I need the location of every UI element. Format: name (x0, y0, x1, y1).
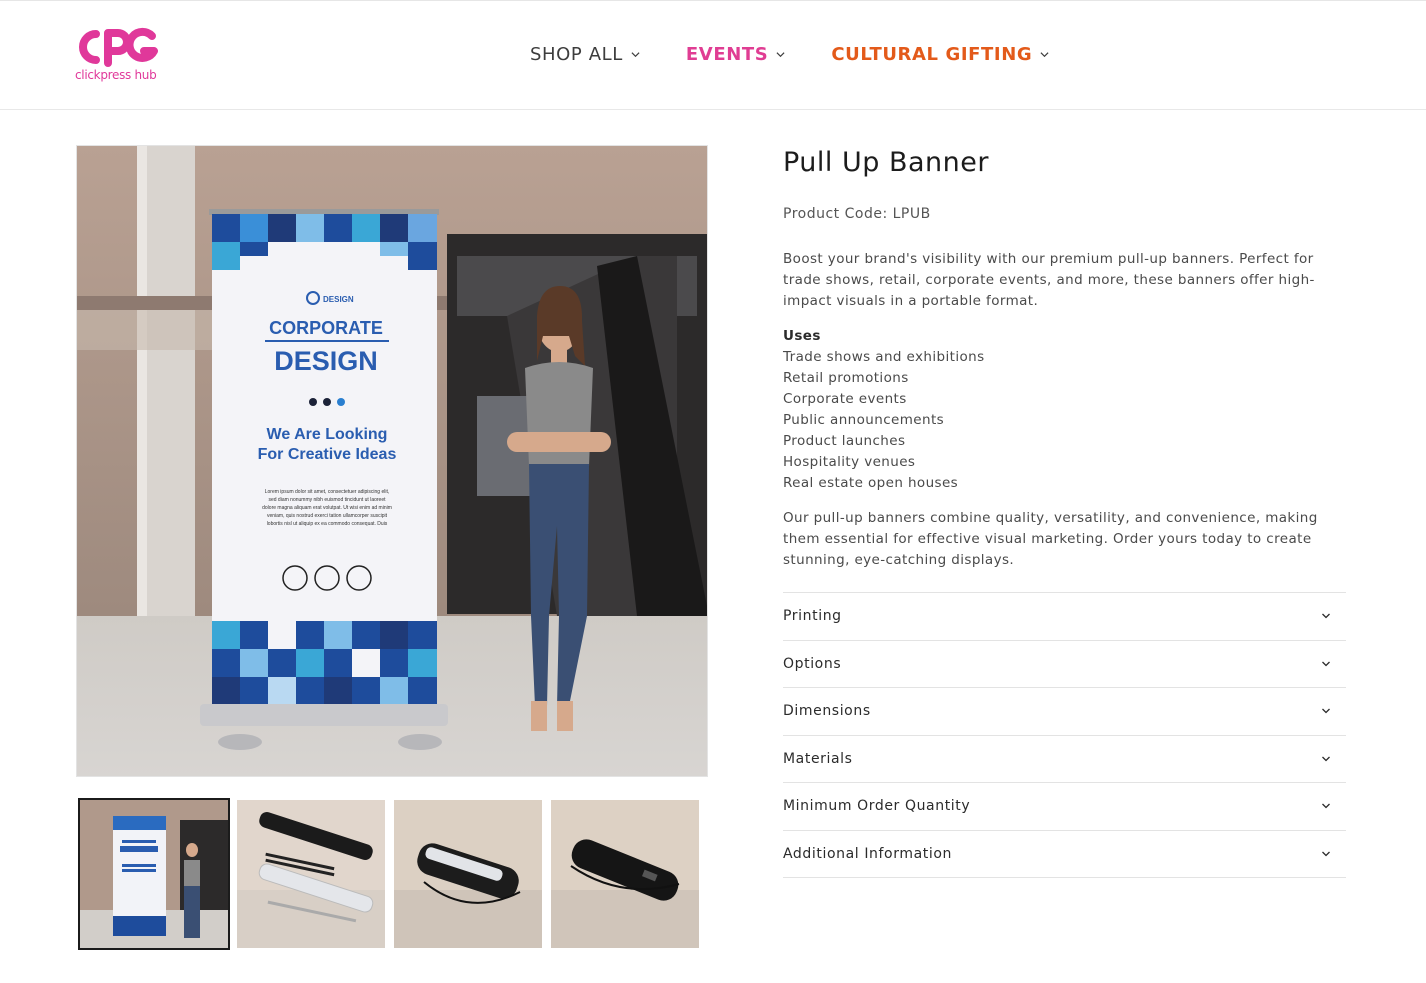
chevron-down-icon (1322, 613, 1330, 619)
nav-cultural-gifting-label: CULTURAL GIFTING (831, 44, 1033, 65)
list-item: Public announcements (783, 412, 945, 428)
main-product-image[interactable]: DESIGN CORPORATE DESIGN We Are Looking F… (76, 145, 708, 777)
accordion-options[interactable]: Options (783, 641, 1346, 688)
product-info: Pull Up Banner Product Code: LPUB Boost … (783, 145, 1346, 571)
banner-scene-image: DESIGN CORPORATE DESIGN We Are Looking F… (77, 146, 707, 776)
thumbnail-strip (78, 798, 708, 950)
chevron-down-icon (1322, 851, 1330, 857)
nav-shop-all[interactable]: SHOP ALL (530, 44, 640, 65)
accordion-materials[interactable]: Materials (783, 736, 1346, 783)
list-item: Hospitality venues (783, 454, 916, 470)
product-code: Product Code: LPUB (783, 206, 931, 222)
banner-line2: DESIGN (274, 346, 378, 376)
accordion-printing[interactable]: Printing (783, 593, 1346, 641)
banner-tagline2: For Creative Ideas (258, 446, 397, 463)
banner-top-pattern (212, 214, 437, 272)
nav-events[interactable]: EVENTS (686, 44, 785, 65)
banner-line1: CORPORATE (269, 318, 383, 338)
product-title: Pull Up Banner (783, 147, 989, 178)
uses-heading: Uses (783, 328, 821, 344)
accordion-minimum-order-quantity[interactable]: Minimum Order Quantity (783, 783, 1346, 831)
nav-shop-all-label: SHOP ALL (530, 44, 623, 65)
site-logo[interactable]: clickpress hub (74, 27, 164, 87)
list-item: Product launches (783, 433, 906, 449)
chevron-down-icon (1322, 661, 1330, 667)
thumbnail-2[interactable] (237, 800, 385, 948)
logo-mark (79, 27, 158, 67)
banner-tagline1: We Are Looking (267, 426, 388, 443)
accordion-label: Minimum Order Quantity (783, 798, 971, 815)
thumbnail-image (80, 800, 228, 948)
thumbnail-1[interactable] (78, 798, 230, 950)
chevron-down-icon (1322, 708, 1330, 714)
chevron-down-icon (776, 52, 785, 58)
banner-body-line: dolore magna aliquam erat volutpat. Ut w… (262, 505, 392, 511)
banner-body-line: sed diam nonummy nibh euismod tincidunt … (268, 497, 386, 503)
list-item: Retail promotions (783, 370, 909, 386)
list-item: Real estate open houses (783, 475, 959, 491)
chevron-down-icon (1322, 756, 1330, 762)
chevron-down-icon (1322, 803, 1330, 809)
product-closing: Our pull-up banners combine quality, ver… (783, 510, 1318, 568)
accordion-label: Materials (783, 750, 853, 767)
accordion-additional-information[interactable]: Additional Information (783, 831, 1346, 878)
nav-cultural-gifting[interactable]: CULTURAL GIFTING (831, 44, 1049, 65)
banner-body-line: Lorem ipsum dolor sit amet, consectetuer… (265, 489, 390, 495)
accordion-label: Dimensions (783, 703, 871, 720)
product-description: Boost your brand's visibility with our p… (783, 251, 1315, 309)
chevron-down-icon (1040, 52, 1049, 58)
nav-events-label: EVENTS (685, 44, 769, 65)
thumbnail-4[interactable] (551, 800, 699, 948)
accordion-label: Additional Information (783, 845, 952, 862)
thumbnail-image (394, 800, 542, 948)
list-item: Corporate events (783, 391, 907, 407)
product-accordion: Printing Options Dimensions Materials Mi… (783, 592, 1346, 878)
thumbnail-image (237, 800, 385, 948)
banner-body-line: veniam, quis nostrud exerci tation ullam… (267, 513, 388, 519)
thumbnail-image (551, 800, 699, 948)
main-nav: SHOP ALL EVENTS CULTURAL GIFTING (530, 44, 1095, 65)
uses-list: Trade shows and exhibitions Retail promo… (783, 347, 1346, 494)
accordion-label: Options (783, 655, 842, 672)
list-item: Trade shows and exhibitions (783, 349, 985, 365)
banner-bottom-pattern (212, 621, 437, 706)
accordion-label: Printing (783, 608, 842, 625)
banner-brand: DESIGN (323, 295, 354, 304)
chevron-down-icon (631, 52, 640, 58)
accordion-dimensions[interactable]: Dimensions (783, 688, 1346, 736)
site-header: clickpress hub SHOP ALL EVENTS CULTURAL … (0, 0, 1426, 110)
thumbnail-3[interactable] (394, 800, 542, 948)
banner-body-line: lobortis nisl ut aliquip ex ea commodo c… (267, 521, 388, 527)
logo-subtitle: clickpress hub (75, 68, 157, 82)
